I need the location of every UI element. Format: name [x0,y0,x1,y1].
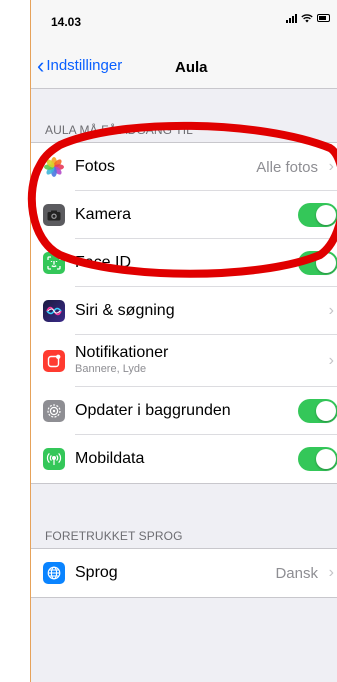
wifi-icon [301,14,313,23]
face-id-icon [43,252,65,274]
camera-icon [43,204,65,226]
row-language-text: Sprog [75,564,118,582]
row-background-refresh: Opdater i baggrunden [31,387,337,435]
access-group: Fotos Alle fotos › Kamera Face ID Siri &… [31,142,337,484]
camera-toggle[interactable] [298,203,337,227]
background-refresh-toggle[interactable] [298,399,337,423]
signal-icon [286,14,297,23]
siri-icon [43,300,65,322]
row-cellular-text: Mobildata [75,450,144,468]
page-title: Aula [175,59,208,76]
row-sublabel: Bannere, Lyde [75,363,147,375]
row-language[interactable]: Sprog Dansk › [31,549,337,597]
back-label: Indstillinger [46,57,123,74]
chevron-right-icon: › [328,352,334,369]
chevron-left-icon: ‹ [37,52,45,78]
chevron-right-icon: › [328,564,334,581]
toggle-knob [316,205,336,225]
row-face-id: Face ID [31,239,337,287]
row-notifications-text: Notifikationer Bannere, Lyde [75,344,168,375]
navigation-bar: ‹ Indstillinger Aula [31,40,337,89]
row-camera-text: Kamera [75,206,131,224]
row-face-id-text: Face ID [75,254,131,272]
row-siri-text: Siri & søgning [75,302,175,320]
row-photos[interactable]: Fotos Alle fotos › [31,143,337,191]
row-value: Alle fotos [256,158,318,176]
status-icons [286,14,330,23]
row-label: Face ID [75,254,132,271]
toggle-knob [316,449,336,469]
row-label: Fotos [75,158,116,175]
row-label: Opdater i baggrunden [75,402,231,419]
settings-screen: 14.03 ‹ Indstillinger Aula AULA MÅ FÅ AD… [30,0,337,682]
status-bar: 14.03 [31,0,337,40]
cellular-toggle[interactable] [298,447,337,471]
section-header-access: AULA MÅ FÅ ADGANG TIL [45,123,193,137]
toggle-knob [316,401,336,421]
face-id-toggle[interactable] [298,251,337,275]
photos-icon [43,156,65,178]
row-camera: Kamera [31,191,337,239]
battery-icon [317,14,330,22]
row-background-refresh-text: Opdater i baggrunden [75,402,231,420]
row-value: Dansk [275,564,318,582]
row-label: Notifikationer [75,344,169,361]
row-label: Sprog [75,564,118,581]
back-button[interactable]: ‹ Indstillinger [37,52,123,78]
language-group: Sprog Dansk › [31,548,337,598]
globe-icon [43,562,65,584]
gear-icon [43,400,65,422]
row-notifications[interactable]: Notifikationer Bannere, Lyde › [31,335,337,387]
row-label: Kamera [75,206,132,223]
cellular-icon [43,448,65,470]
row-cellular: Mobildata [31,435,337,483]
row-label: Siri & søgning [75,302,175,319]
toggle-knob [316,253,336,273]
status-time: 14.03 [51,15,82,29]
section-header-language: FORETRUKKET SPROG [45,529,183,543]
notifications-icon [43,350,65,372]
chevron-right-icon: › [328,302,334,319]
chevron-right-icon: › [328,158,334,175]
row-label: Mobildata [75,450,145,467]
row-siri[interactable]: Siri & søgning › [31,287,337,335]
row-photos-text: Fotos [75,158,115,176]
